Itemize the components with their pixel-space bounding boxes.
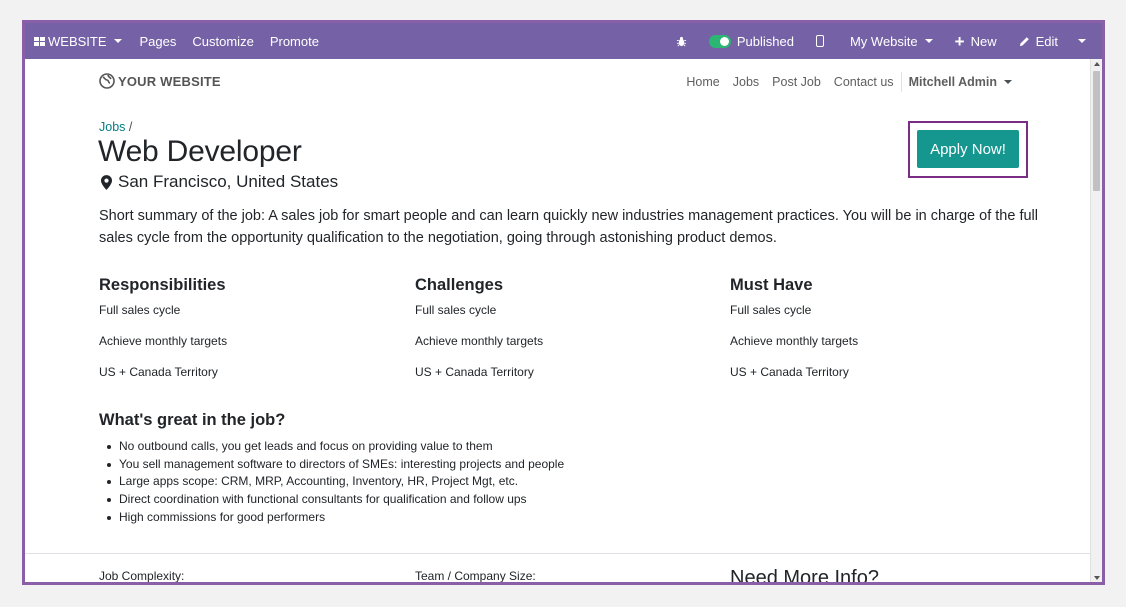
plus-icon: +: [954, 31, 965, 51]
breadcrumb-separator: /: [128, 120, 133, 134]
responsibilities-column: Responsibilities Full sales cycle Achiev…: [99, 276, 399, 396]
page-content: YOUR WEBSITE Home Jobs Post Job Contact …: [25, 59, 1090, 582]
list-item: Large apps scope: CRM, MRP, Accounting, …: [106, 473, 564, 491]
scroll-up-icon[interactable]: [1094, 62, 1100, 66]
whats-great-section: What's great in the job? No outbound cal…: [99, 411, 564, 527]
column-item: US + Canada Territory: [99, 365, 218, 379]
breadcrumb-jobs-link[interactable]: Jobs: [99, 120, 125, 134]
list-item: Direct coordination with functional cons…: [106, 491, 564, 509]
customize-menu[interactable]: Customize: [184, 23, 261, 59]
edit-label: Edit: [1035, 33, 1058, 49]
new-button[interactable]: + New: [947, 23, 1011, 59]
job-title: Web Developer: [98, 135, 302, 168]
edit-button[interactable]: Edit: [1011, 23, 1072, 59]
nav-post-job[interactable]: Post Job: [772, 75, 821, 89]
new-label: New: [970, 33, 997, 49]
promote-menu[interactable]: Promote: [262, 23, 327, 59]
user-name: Mitchell Admin: [908, 75, 997, 89]
caret-down-icon: [113, 39, 122, 43]
scroll-down-icon[interactable]: [1094, 576, 1100, 580]
column-item: Full sales cycle: [99, 303, 181, 317]
site-header: YOUR WEBSITE Home Jobs Post Job Contact …: [25, 59, 1090, 103]
need-more-info-heading: Need More Info?: [730, 567, 879, 585]
pencil-icon: [1019, 36, 1029, 46]
website-menu-label: WEBSITE: [48, 33, 107, 49]
must-have-column: Must Have Full sales cycle Achieve month…: [730, 276, 1030, 396]
more-dropdown[interactable]: [1072, 23, 1102, 59]
list-item: High commissions for good performers: [106, 509, 564, 527]
column-item: Full sales cycle: [730, 303, 812, 317]
editor-topbar: WEBSITE Pages Customize Promote Publishe…: [25, 23, 1102, 59]
column-item: Full sales cycle: [415, 303, 497, 317]
column-heading: Must Have: [730, 276, 813, 294]
column-heading: Challenges: [415, 276, 504, 294]
team-size-label: Team / Company Size:: [415, 569, 536, 583]
column-item: Achieve monthly targets: [99, 334, 228, 348]
toggle-switch-icon: [708, 34, 731, 48]
pages-menu[interactable]: Pages: [130, 23, 185, 59]
user-menu[interactable]: Mitchell Admin: [909, 75, 1012, 89]
mobile-icon: [815, 35, 824, 47]
my-website-menu[interactable]: My Website: [842, 23, 947, 59]
map-marker-icon: [101, 174, 112, 190]
logo-text: YOUR WEBSITE: [118, 73, 221, 89]
section-divider: [25, 553, 1090, 554]
scrollbar-thumb[interactable]: [1093, 71, 1100, 191]
breadcrumb: Jobs /: [99, 120, 132, 134]
browser-frame: WEBSITE Pages Customize Promote Publishe…: [22, 20, 1105, 585]
column-heading: Responsibilities: [99, 276, 226, 294]
vertical-scrollbar[interactable]: [1090, 59, 1102, 582]
debug-button[interactable]: [668, 23, 701, 59]
caret-down-icon: [924, 39, 933, 43]
challenges-column: Challenges Full sales cycle Achieve mont…: [415, 276, 715, 396]
published-toggle[interactable]: Published: [701, 23, 808, 59]
mobile-preview-button[interactable]: [808, 23, 842, 59]
job-location: San Francisco, United States: [101, 172, 338, 192]
nav-jobs[interactable]: Jobs: [733, 75, 759, 89]
apply-button-highlight: Apply Now!: [908, 121, 1028, 178]
list-item: You sell management software to director…: [106, 456, 564, 474]
topbar-right: Published My Website + New Edit: [668, 23, 1102, 59]
column-item: US + Canada Territory: [730, 365, 849, 379]
nav-contact-us[interactable]: Contact us: [834, 75, 894, 89]
apps-grid-icon: [34, 36, 45, 46]
published-label: Published: [736, 33, 794, 49]
nav-home[interactable]: Home: [686, 75, 719, 89]
column-item: US + Canada Territory: [415, 365, 534, 379]
site-logo[interactable]: YOUR WEBSITE: [99, 73, 221, 89]
my-website-label: My Website: [849, 33, 918, 49]
site-menu: Home Jobs Post Job Contact us Mitchell A…: [673, 72, 1012, 92]
column-item: Achieve monthly targets: [415, 334, 544, 348]
website-menu[interactable]: WEBSITE: [25, 23, 130, 59]
benefits-list: No outbound calls, you get leads and foc…: [99, 438, 564, 527]
globe-icon: [99, 73, 115, 89]
caret-down-icon: [1004, 80, 1012, 84]
job-complexity-label: Job Complexity:: [99, 569, 185, 583]
column-item: Achieve monthly targets: [730, 334, 859, 348]
list-item: No outbound calls, you get leads and foc…: [106, 438, 564, 456]
job-summary: Short summary of the job: A sales job fo…: [99, 208, 1038, 246]
nav-divider: [900, 72, 902, 92]
apply-now-button[interactable]: Apply Now!: [917, 130, 1019, 168]
caret-down-icon: [1078, 39, 1086, 43]
bug-icon: [676, 36, 686, 46]
section-heading: What's great in the job?: [99, 411, 286, 429]
location-text: San Francisco, United States: [118, 172, 339, 191]
